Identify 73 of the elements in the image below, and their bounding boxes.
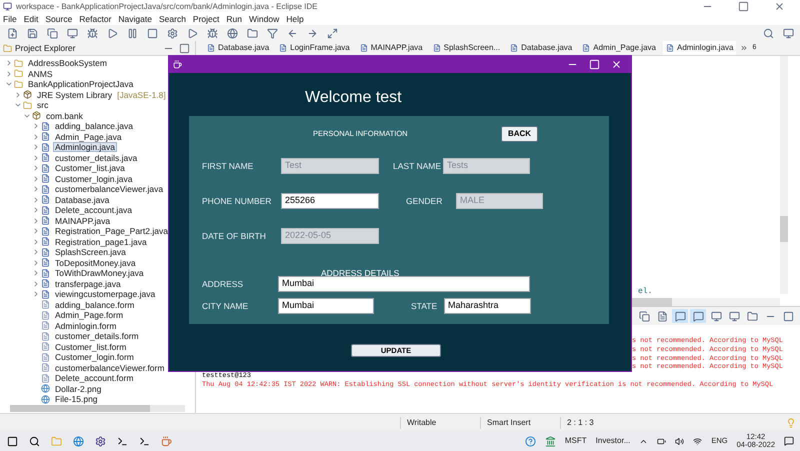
editor-tab[interactable]: Database.java: [204, 41, 272, 55]
tree-item[interactable]: BankApplicationProjectJava: [26, 79, 136, 90]
tree-item[interactable]: com.bank: [44, 110, 85, 121]
field-label: LAST NAME: [393, 160, 442, 172]
menu-item[interactable]: File: [3, 12, 17, 26]
tree-item[interactable]: adding_balance.form: [53, 300, 136, 310]
status-text: Writable: [400, 416, 480, 428]
menu-item[interactable]: Refactor: [79, 12, 112, 26]
status-text: Smart Insert: [480, 416, 560, 428]
code-text: el.: [638, 287, 652, 297]
menu-item[interactable]: Navigate: [118, 12, 152, 26]
stock-symbol[interactable]: MSFT: [564, 435, 587, 447]
tree-item[interactable]: customer_details.java: [53, 152, 140, 163]
tree-item[interactable]: ToWithDrawMoney.java: [53, 268, 146, 278]
tree-item[interactable]: Registration_Page_Part2.java: [53, 226, 170, 236]
menu-item[interactable]: Help: [286, 12, 304, 26]
editor-tab[interactable]: Adminlogin.java: [662, 41, 736, 55]
back-button[interactable]: BACK: [501, 126, 538, 142]
tree-item[interactable]: Adminlogin.form: [53, 320, 118, 331]
tree-item[interactable]: customerbalanceViewer.form: [53, 362, 166, 373]
field-label: PHONE NUMBER: [202, 194, 272, 208]
tree-item[interactable]: Database.java: [53, 194, 112, 205]
editor-tab[interactable]: LoginFrame.java: [276, 41, 353, 55]
tree-item[interactable]: File-15.png: [53, 394, 100, 404]
status-text: 2 : 1 : 3: [560, 416, 640, 428]
stock-text[interactable]: Investor...: [596, 435, 630, 447]
tree-item[interactable]: MAINAPP.java: [53, 216, 112, 226]
tree-item[interactable]: transferpage.java: [53, 278, 123, 289]
tree-item[interactable]: Customer_list.java: [53, 163, 127, 174]
tree-item[interactable]: Customer_list.form: [53, 342, 128, 352]
window-title: workspace - BankApplicationProjectJava/src/com/bank/Adminlogin.java - Eclipse IDE: [16, 0, 318, 12]
text-field[interactable]: Mumbai: [278, 298, 374, 314]
tree-item[interactable]: Dollar-2.png: [53, 384, 104, 394]
tree-item[interactable]: Delete_account.java: [53, 205, 134, 216]
tree-item[interactable]: Admin_Page.form: [53, 310, 126, 320]
welcome-heading: Welcome test: [305, 89, 402, 106]
editor-tab[interactable]: SplashScreen...: [430, 41, 504, 55]
tree-item[interactable]: Customer_login.form: [53, 352, 136, 362]
tree-item[interactable]: Admin_Page.java: [53, 132, 124, 142]
text-field[interactable]: 255266: [281, 193, 379, 209]
tree-item[interactable]: adding_balance.java: [53, 121, 135, 132]
editor-tab[interactable]: Database.java: [507, 41, 576, 55]
menu-item[interactable]: Window: [248, 12, 280, 26]
tree-item[interactable]: ANMS: [26, 68, 55, 79]
menu-item[interactable]: Edit: [24, 12, 38, 26]
tree-item[interactable]: Adminlogin.java: [53, 142, 118, 152]
editor-tab[interactable]: MAINAPP.java: [356, 41, 426, 55]
tree-item[interactable]: AddressBookSystem: [26, 58, 109, 68]
text-field[interactable]: Maharashtra: [444, 298, 531, 314]
tree-item-suffix: [JavaSE-1.8]: [117, 90, 166, 100]
section-title: ADDRESS DETAILS: [321, 268, 400, 278]
tree-item[interactable]: Registration_page1.java: [53, 236, 149, 247]
menu-item[interactable]: Run: [226, 12, 242, 26]
tree-item[interactable]: Delete_account.form: [53, 373, 136, 384]
tree-item[interactable]: SplashScreen.java: [53, 247, 128, 258]
tree-item[interactable]: Customer_login.java: [53, 174, 134, 184]
tree-item[interactable]: viewingcustomerpage.java: [53, 289, 158, 300]
field-label: CITY NAME: [202, 300, 250, 312]
field-label: ADDRESS: [202, 278, 244, 290]
field-label: DATE OF BIRTH: [202, 230, 267, 242]
field-label: FIRST NAME: [202, 160, 254, 172]
field-label: STATE: [411, 300, 438, 312]
tree-item[interactable]: customerbalanceViewer.java: [53, 184, 166, 194]
tree-item[interactable]: src: [35, 100, 50, 110]
tree-item[interactable]: JRE System Library: [35, 90, 114, 100]
menu-item[interactable]: Source: [45, 12, 72, 26]
menu-item[interactable]: Search: [158, 12, 186, 26]
field-label: GENDER: [406, 194, 444, 208]
tree-item[interactable]: ToDepositMoney.java: [53, 258, 138, 268]
editor-tab[interactable]: Admin_Page.java: [579, 41, 659, 55]
text-field[interactable]: Mumbai: [278, 276, 530, 292]
tree-item[interactable]: customer_details.form: [53, 331, 141, 342]
menu-item[interactable]: Project: [192, 12, 220, 26]
